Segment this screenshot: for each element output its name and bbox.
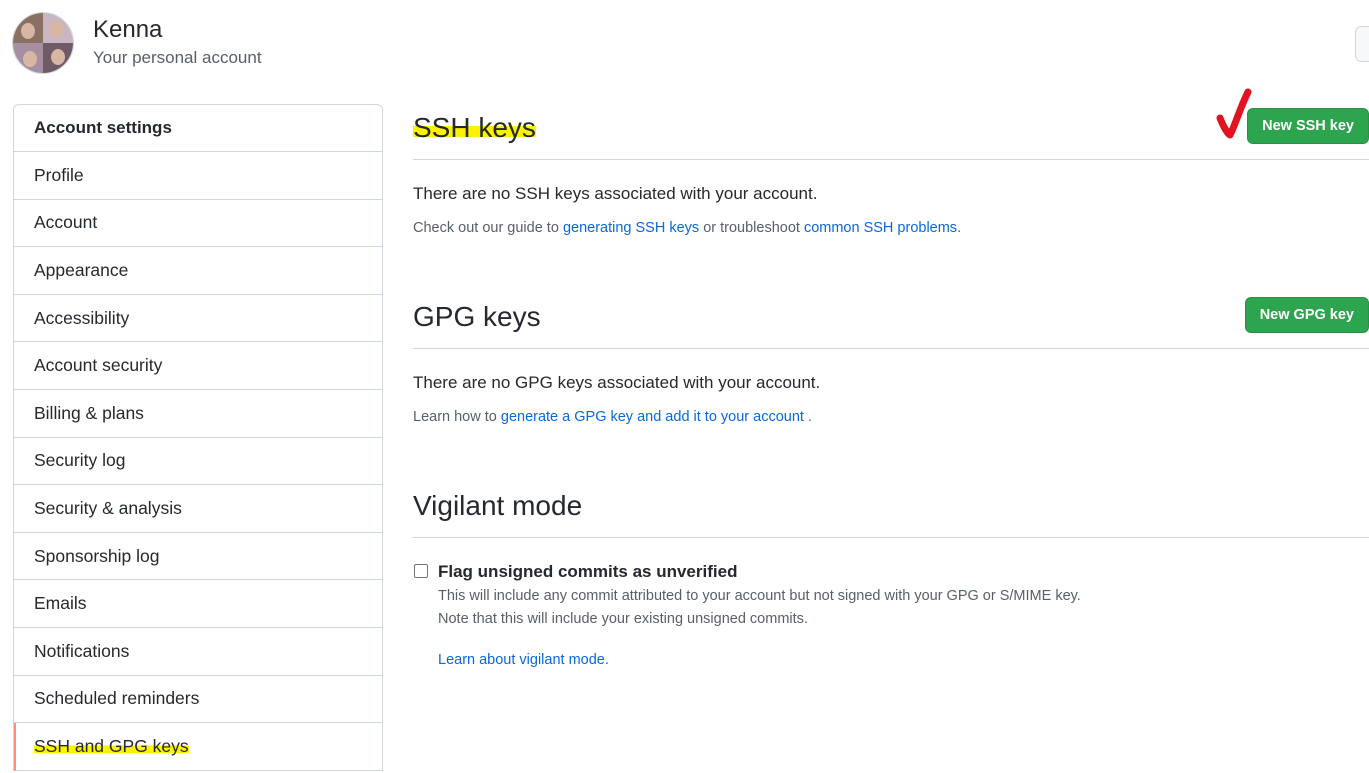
avatar[interactable] [12, 12, 74, 74]
sidebar-item-profile[interactable]: Profile [14, 152, 382, 200]
sidebar-item-label: Security & analysis [34, 497, 182, 518]
new-gpg-key-button[interactable]: New GPG key [1244, 297, 1369, 333]
sidebar-item-appearance[interactable]: Appearance [14, 247, 382, 295]
common-ssh-problems-link[interactable]: common SSH problems [804, 220, 957, 236]
sidebar-item-label: Billing & plans [34, 402, 144, 423]
vigilant-mode-title: Vigilant mode [413, 490, 583, 521]
main-content: SSH keys New SSH key There are no SSH ke… [413, 104, 1369, 668]
gpg-help-text: Learn how to generate a GPG key and add … [413, 409, 813, 425]
flag-unsigned-label[interactable]: Flag unsigned commits as unverified [438, 562, 1369, 582]
sidebar-item-account-security[interactable]: Account security [14, 342, 382, 390]
go-to-profile-button[interactable] [1355, 26, 1369, 62]
profile-name[interactable]: Kenna [93, 16, 262, 44]
ssh-help-text: Check out our guide to generating SSH ke… [413, 220, 962, 236]
vigilant-note-line1: This will include any commit attributed … [438, 588, 1081, 604]
sidebar-heading: Account settings [14, 105, 382, 152]
sidebar-item-sponsorship-log[interactable]: Sponsorship log [14, 533, 382, 581]
sidebar-item-label: Appearance [34, 259, 129, 280]
gpg-keys-title: GPG keys [413, 301, 541, 332]
sidebar-item-label: Notifications [34, 640, 130, 661]
vigilant-note-line2: Note that this will include your existin… [438, 611, 808, 627]
flag-unsigned-checkbox[interactable] [414, 564, 428, 578]
generate-gpg-key-link[interactable]: generate a GPG key and add it to your ac… [501, 409, 804, 425]
sidebar-item-notifications[interactable]: Notifications [14, 628, 382, 676]
sidebar-item-label: Emails [34, 593, 87, 614]
sidebar-item-billing[interactable]: Billing & plans [14, 390, 382, 438]
sidebar-item-label: Sponsorship log [34, 545, 160, 566]
profile-subtitle: Your personal account [93, 48, 262, 67]
sidebar-item-security-analysis[interactable]: Security & analysis [14, 485, 382, 533]
generating-ssh-keys-link[interactable]: generating SSH keys [563, 220, 699, 236]
sidebar-item-label: Accessibility [34, 307, 130, 328]
settings-sidebar: Account settings Profile Account Appeara… [13, 104, 383, 771]
sidebar-item-label: Security log [34, 450, 126, 471]
sidebar-item-ssh-gpg-keys[interactable]: SSH and GPG keys [14, 723, 382, 771]
sidebar-item-label: SSH and GPG keys [34, 735, 189, 757]
sidebar-item-account[interactable]: Account [14, 200, 382, 248]
ssh-empty-message: There are no SSH keys associated with yo… [413, 184, 818, 203]
sidebar-item-accessibility[interactable]: Accessibility [14, 295, 382, 343]
sidebar-item-label: Scheduled reminders [34, 688, 200, 709]
sidebar-item-label: Profile [34, 164, 84, 185]
red-checkmark-annotation-icon [1216, 88, 1252, 139]
sidebar-item-scheduled-reminders[interactable]: Scheduled reminders [14, 676, 382, 724]
profile-header: Kenna Your personal account [12, 12, 262, 74]
sidebar-item-label: Account security [34, 355, 163, 376]
gpg-keys-section: GPG keys New GPG key There are no GPG ke… [413, 293, 1369, 425]
gpg-empty-message: There are no GPG keys associated with yo… [413, 373, 821, 392]
new-ssh-key-button[interactable]: New SSH key [1247, 108, 1369, 144]
sidebar-item-security-log[interactable]: Security log [14, 438, 382, 486]
vigilant-mode-section: Vigilant mode Flag unsigned commits as u… [413, 482, 1369, 668]
sidebar-item-label: Account [34, 212, 98, 233]
sidebar-item-emails[interactable]: Emails [14, 580, 382, 628]
learn-vigilant-mode-link[interactable]: Learn about vigilant mode. [438, 652, 609, 668]
ssh-keys-title: SSH keys [413, 112, 536, 143]
